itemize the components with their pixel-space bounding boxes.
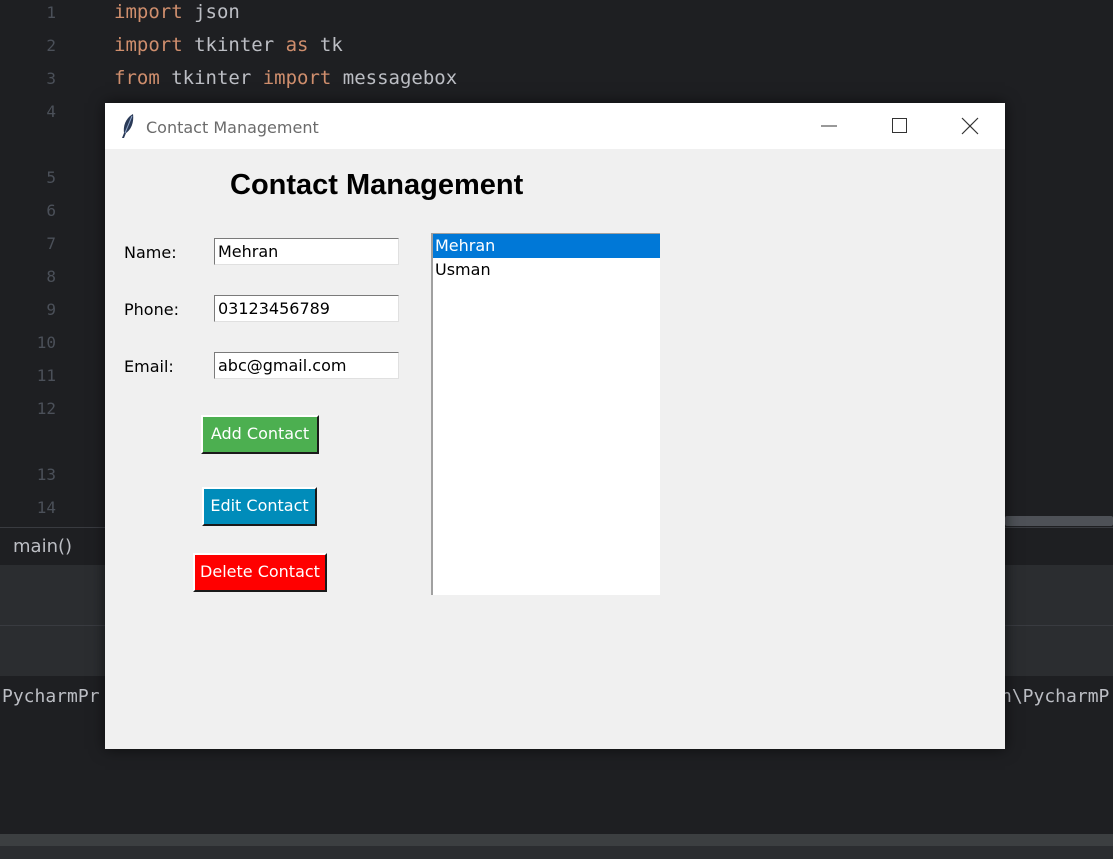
code-token: messagebox bbox=[331, 67, 458, 89]
line-number: 11 bbox=[36, 366, 56, 385]
line-number: 10 bbox=[36, 333, 56, 352]
code-line: import tkinter as tk bbox=[114, 33, 343, 57]
feather-icon bbox=[120, 113, 136, 139]
line-number: 9 bbox=[46, 300, 56, 319]
list-item[interactable]: Mehran bbox=[433, 234, 660, 258]
page-title: Contact Management bbox=[230, 169, 524, 201]
line-number: 8 bbox=[46, 267, 56, 286]
contact-management-window: Contact Management Contact Management Na… bbox=[105, 103, 1005, 749]
edit-contact-button[interactable]: Edit Contact bbox=[202, 487, 317, 526]
status-bar bbox=[0, 846, 1113, 859]
maximize-icon bbox=[892, 118, 907, 133]
line-number: 1 bbox=[46, 3, 56, 22]
code-line: import json bbox=[114, 0, 240, 24]
window-title: Contact Management bbox=[146, 118, 319, 137]
console-text-right: n\PycharmP bbox=[1001, 686, 1110, 707]
add-contact-button[interactable]: Add Contact bbox=[201, 415, 319, 454]
line-number: 13 bbox=[36, 465, 56, 484]
console-scrollbar[interactable] bbox=[0, 834, 1113, 846]
phone-field[interactable] bbox=[214, 295, 399, 322]
line-number: 4 bbox=[46, 102, 56, 121]
code-token: tkinter bbox=[159, 67, 263, 89]
code-token: tk bbox=[308, 34, 343, 56]
breadcrumb-function[interactable]: main() bbox=[13, 536, 72, 557]
close-button[interactable] bbox=[935, 103, 1005, 149]
name-field[interactable] bbox=[214, 238, 399, 265]
window-titlebar[interactable]: Contact Management bbox=[105, 103, 1005, 149]
code-keyword: import bbox=[114, 34, 183, 56]
phone-label: Phone: bbox=[124, 300, 179, 319]
delete-contact-button[interactable]: Delete Contact bbox=[193, 553, 327, 592]
line-number: 12 bbox=[36, 399, 56, 418]
line-number: 14 bbox=[36, 498, 56, 517]
close-icon bbox=[961, 117, 979, 135]
code-token: tkinter bbox=[182, 34, 286, 56]
email-field[interactable] bbox=[214, 352, 399, 379]
console-text-left: PycharmPr bbox=[2, 686, 100, 707]
line-number: 6 bbox=[46, 201, 56, 220]
minimize-button[interactable] bbox=[795, 103, 865, 149]
editor-scrollbar[interactable] bbox=[1005, 516, 1113, 526]
email-label: Email: bbox=[124, 357, 174, 376]
contacts-listbox[interactable]: Mehran Usman bbox=[431, 233, 660, 595]
code-keyword: import bbox=[262, 67, 332, 89]
name-label: Name: bbox=[124, 243, 177, 262]
code-keyword: from bbox=[114, 67, 160, 89]
code-keyword: as bbox=[285, 34, 309, 56]
code-line: from tkinter import messagebox bbox=[114, 66, 457, 90]
code-token: json bbox=[182, 1, 240, 23]
line-number: 7 bbox=[46, 234, 56, 253]
list-item[interactable]: Usman bbox=[433, 258, 660, 282]
minimize-icon bbox=[821, 125, 837, 127]
line-number: 2 bbox=[46, 36, 56, 55]
maximize-button[interactable] bbox=[865, 103, 935, 149]
code-keyword: import bbox=[114, 1, 183, 23]
line-number: 3 bbox=[46, 69, 56, 88]
line-number: 5 bbox=[46, 168, 56, 187]
